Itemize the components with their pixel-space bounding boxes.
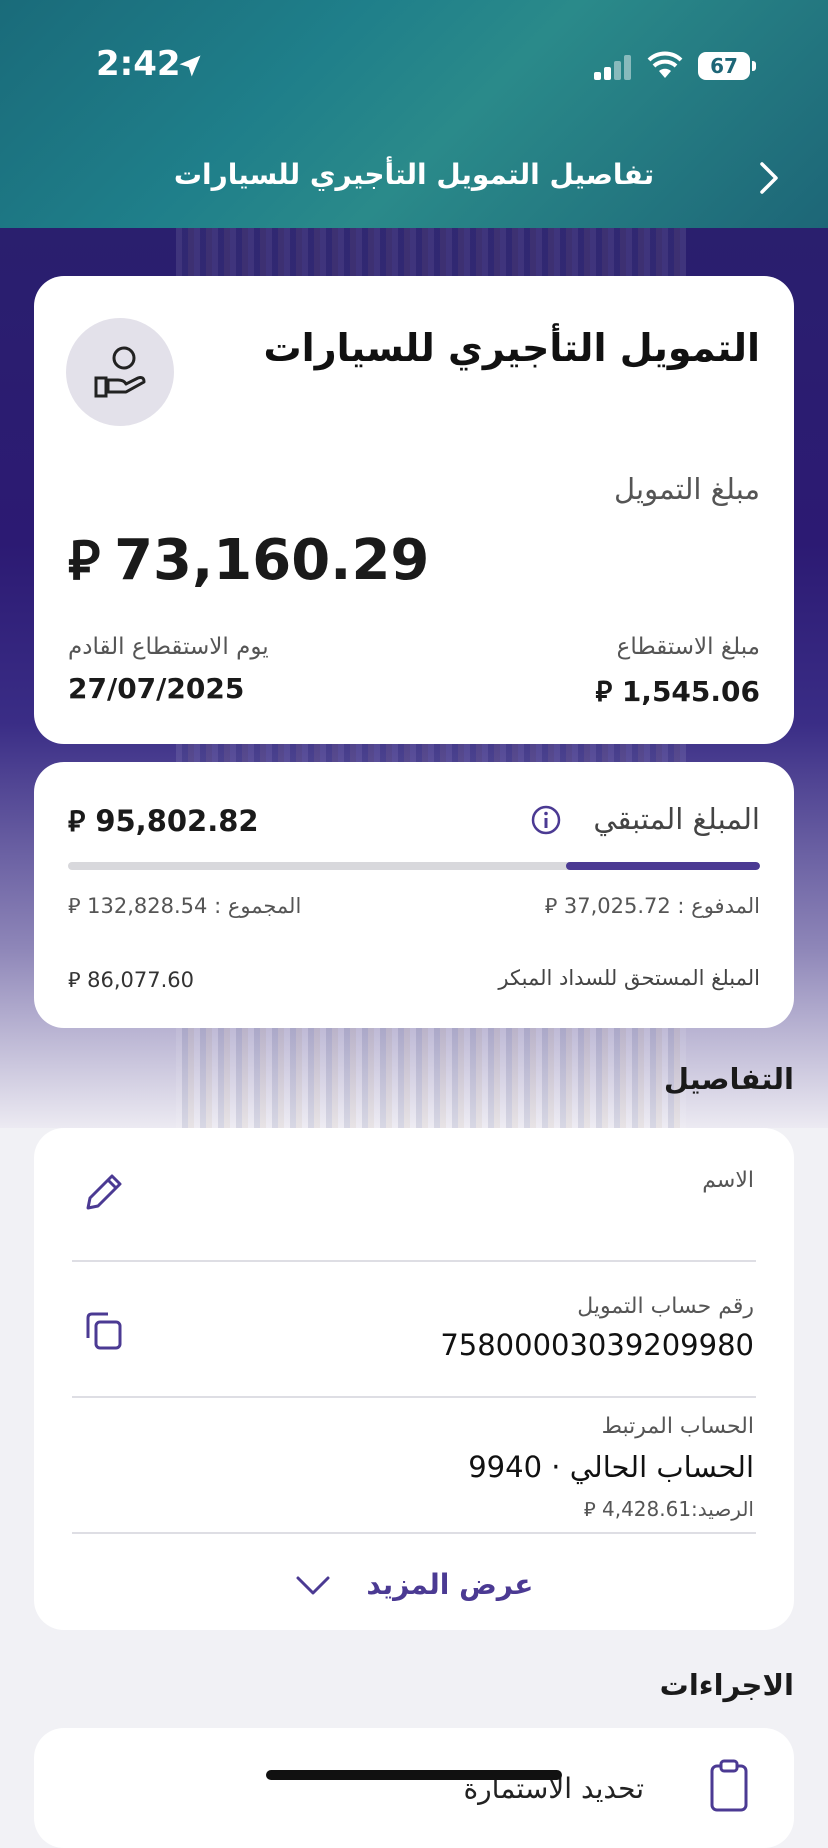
status-bar: 2:42 67 <box>0 40 828 90</box>
info-icon[interactable] <box>530 804 562 836</box>
remaining-amount-label: المبلغ المتبقي <box>593 802 760 836</box>
paid-amount: المدفوع : 37,025.72 ⃁ <box>544 894 760 918</box>
financing-account-label: رقم حساب التمويل <box>577 1294 754 1319</box>
total-amount: المجموع : 132,828.54 ⃁ <box>68 894 302 918</box>
actions-card: تحديد الاستمارة <box>34 1728 794 1848</box>
deduction-amount-label: مبلغ الاستقطاع <box>616 634 760 660</box>
riyal-currency-icon: ⃁ <box>68 894 88 918</box>
riyal-currency-icon: ⃁ <box>595 675 622 708</box>
header-background <box>0 0 828 228</box>
next-deduction-date: 27/07/2025 <box>68 672 245 705</box>
location-arrow-icon <box>179 55 201 77</box>
remaining-amount-card: المبلغ المتبقي ⃁ 95,802.82 المدفوع : 37,… <box>34 762 794 1028</box>
battery-indicator: 67 <box>698 52 750 80</box>
status-time: 2:42 <box>96 44 181 84</box>
clipboard-icon <box>710 1759 748 1812</box>
remaining-amount-value: ⃁ 95,802.82 <box>68 804 259 838</box>
edit-pencil-icon[interactable] <box>82 1168 124 1214</box>
linked-account-value: الحساب الحالي · 9940 <box>468 1450 754 1484</box>
wifi-icon <box>647 51 683 78</box>
product-title: التمويل التأجيري للسيارات <box>263 326 760 370</box>
details-section-title: التفاصيل <box>663 1062 794 1096</box>
actions-section-title: الاجراءات <box>659 1668 794 1702</box>
name-label: الاسم <box>702 1168 754 1193</box>
row-divider <box>72 1396 756 1398</box>
riyal-currency-icon: ⃁ <box>68 804 96 838</box>
early-payoff-label: المبلغ المستحق للسداد المبكر <box>498 966 760 990</box>
riyal-currency-icon: ⃁ <box>583 1497 602 1521</box>
show-more-button[interactable]: عرض المزيد <box>34 1568 794 1601</box>
financing-amount-value: ⃁ 73,160.29 <box>68 528 430 593</box>
financing-amount-label: مبلغ التمويل <box>614 472 760 506</box>
linked-account-label: الحساب المرتبط <box>601 1414 754 1439</box>
cellular-signal-icon <box>594 54 634 80</box>
repayment-progress-bar <box>68 862 760 870</box>
next-deduction-label: يوم الاستقطاع القادم <box>68 634 269 660</box>
riyal-currency-icon: ⃁ <box>544 894 564 918</box>
linked-account-balance: الرصيد:4,428.61 ⃁ <box>583 1497 754 1521</box>
hand-user-icon <box>94 346 146 398</box>
copy-icon[interactable] <box>82 1306 124 1352</box>
deduction-amount-value: ⃁ 1,545.06 <box>595 675 760 708</box>
details-card: الاسم رقم حساب التمويل 7580000303920998​… <box>34 1128 794 1630</box>
battery-tip <box>752 61 756 71</box>
repayment-progress-fill <box>566 862 760 870</box>
financing-summary-card: التمويل التأجيري للسيارات مبلغ التمويل ⃁… <box>34 276 794 744</box>
row-divider <box>72 1260 756 1262</box>
home-indicator <box>266 1770 562 1780</box>
riyal-currency-icon: ⃁ <box>68 968 88 992</box>
product-avatar <box>66 318 174 426</box>
early-payoff-value: ⃁ 86,077.60 <box>68 968 195 992</box>
page-title: تفاصيل التمويل التأجيري للسيارات <box>173 158 655 191</box>
financing-account-number: 7580000303920998​0 <box>440 1328 754 1362</box>
row-divider <box>72 1532 756 1534</box>
riyal-currency-icon: ⃁ <box>68 529 101 592</box>
back-chevron-icon[interactable] <box>758 160 782 196</box>
chevron-down-icon <box>296 1576 330 1595</box>
